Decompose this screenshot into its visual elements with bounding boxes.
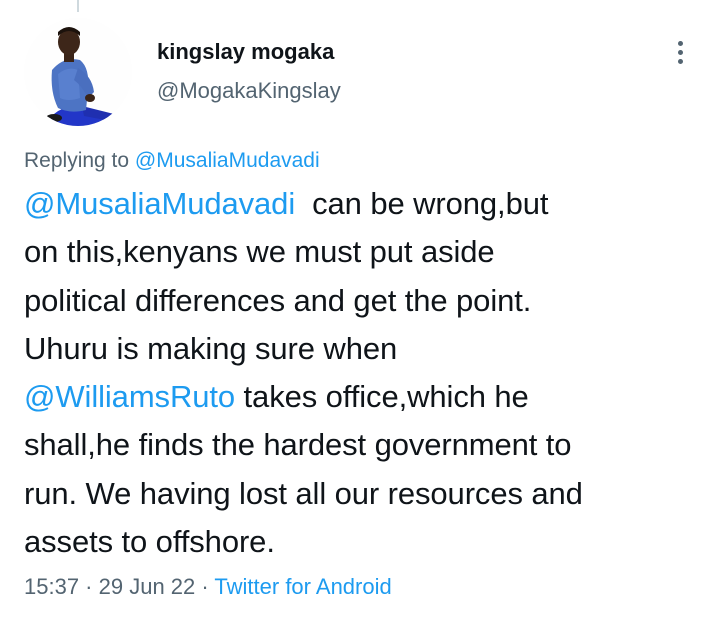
mention-link[interactable]: @MusaliaMudavadi xyxy=(24,186,295,221)
thread-connector-line xyxy=(77,0,79,12)
tweet-text-segment: on this,kenyans we must put aside xyxy=(24,234,495,270)
more-vertical-icon xyxy=(677,40,683,46)
tweet-line: political differences and get the point. xyxy=(24,277,714,325)
more-vertical-icon-dot xyxy=(677,49,683,55)
mention-link[interactable]: @WilliamsRuto xyxy=(24,379,235,414)
tweet-line: Uhuru is making sure when xyxy=(24,325,714,373)
tweet-line: assets to offshore. xyxy=(24,518,714,566)
author-block[interactable]: kingslay mogaka @MogakaKingslay xyxy=(157,38,341,105)
more-options-button[interactable] xyxy=(664,32,696,72)
tweet-metadata: 15:37 · 29 Jun 22 · Twitter for Android xyxy=(24,572,392,602)
meta-separator-2: · xyxy=(195,574,215,599)
tweet-time[interactable]: 15:37 xyxy=(24,574,79,599)
tweet-text-segment: run. We having lost all our resources an… xyxy=(24,475,583,511)
tweet-line: on this,kenyans we must put aside xyxy=(24,228,714,276)
author-display-name[interactable]: kingslay mogaka xyxy=(157,38,341,66)
tweet-line: run. We having lost all our resources an… xyxy=(24,470,714,518)
tweet-text-segment: political differences and get the point. xyxy=(24,282,532,318)
tweet-text-segment: can be wrong,but xyxy=(295,186,549,221)
tweet-line: @WilliamsRuto takes office,which he xyxy=(24,373,714,421)
tweet-text: @MusaliaMudavadi can be wrong,but on this… xyxy=(24,180,714,566)
replying-to-mention-link[interactable]: @MusaliaMudavadi xyxy=(135,149,320,172)
tweet-text-segment: assets to offshore. xyxy=(24,524,275,560)
tweet-line: @MusaliaMudavadi can be wrong,but xyxy=(24,180,714,228)
replying-to-label: Replying to xyxy=(24,149,135,172)
author-handle[interactable]: @MogakaKingslay xyxy=(157,77,341,105)
meta-separator: · xyxy=(79,574,99,599)
tweet-text-segment: Uhuru is making sure when xyxy=(24,330,398,366)
tweet-source-link[interactable]: Twitter for Android xyxy=(214,574,391,599)
tweet-text-segment: takes office,which he xyxy=(235,379,529,415)
tweet-date[interactable]: 29 Jun 22 xyxy=(99,574,196,599)
more-vertical-icon-dot xyxy=(677,58,683,64)
tweet-line: shall,he finds the hardest government to xyxy=(24,421,714,469)
replying-to-line: Replying to @MusaliaMudavadi xyxy=(24,147,320,175)
avatar[interactable] xyxy=(24,18,132,126)
profile-photo-icon xyxy=(24,18,132,126)
tweet-text-segment: shall,he finds the hardest government to xyxy=(24,427,572,463)
